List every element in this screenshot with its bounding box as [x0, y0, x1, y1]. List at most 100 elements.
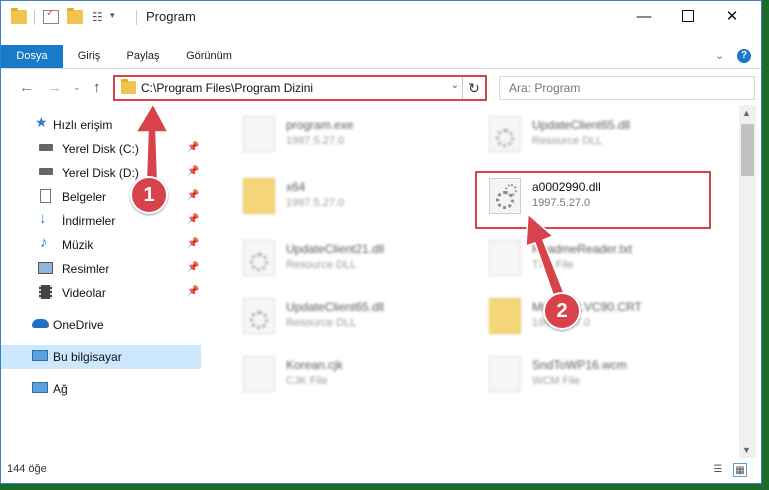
network-icon — [32, 382, 48, 393]
sidebar-item-label: Yerel Disk (C:) — [62, 142, 139, 156]
tab-home[interactable]: Giriş — [69, 45, 109, 68]
new-folder-icon[interactable] — [67, 8, 83, 24]
close-button[interactable]: ✕ — [709, 1, 755, 31]
drive-icon — [39, 168, 53, 175]
details-view-icon[interactable]: ☰ — [711, 463, 725, 477]
divider — [136, 10, 137, 25]
maximize-icon — [682, 10, 694, 22]
refresh-icon[interactable]: ↻ — [462, 77, 485, 99]
sidebar-item-disk-d[interactable]: Yerel Disk (D:) 📌 — [1, 161, 201, 185]
large-icons-view-icon[interactable]: ▦ — [733, 463, 747, 477]
sidebar-item-label: Yerel Disk (D:) — [62, 166, 139, 180]
sidebar-item-pictures[interactable]: Resimler 📌 — [1, 257, 201, 281]
scrollbar-thumb[interactable] — [741, 124, 754, 176]
sidebar-item-label: OneDrive — [53, 318, 104, 332]
sidebar-item-network[interactable]: Ağ — [1, 377, 201, 401]
pin-icon[interactable]: 📌 — [187, 262, 199, 273]
tab-share[interactable]: Paylaş — [119, 45, 167, 68]
dll-file-icon — [489, 116, 521, 152]
pin-icon[interactable]: 📌 — [187, 214, 199, 225]
file-details: Resource DLL — [286, 317, 357, 329]
pin-icon[interactable]: 📌 — [187, 190, 199, 201]
search-input[interactable]: Ara: Program — [499, 76, 755, 100]
music-icon: ♪ — [40, 234, 48, 251]
sidebar-item-this-pc[interactable]: Bu bilgisayar — [1, 345, 201, 369]
folder-icon — [121, 79, 136, 94]
address-path: C:\Program Files\Program Dizini — [141, 81, 314, 95]
sidebar-item-downloads[interactable]: ↓ İndirmeler 📌 — [1, 209, 201, 233]
customize-toolbar-icon[interactable]: ☷ — [92, 10, 108, 24]
list-item[interactable]: Korean.cjk CJK File — [218, 348, 458, 398]
window-title: Program — [146, 9, 196, 24]
file-list: program.exe 1997.5.27.0 UpdateClient65.d… — [206, 106, 738, 456]
tab-view[interactable]: Görünüm — [179, 45, 239, 68]
dropdown-arrow-icon[interactable]: ▾ — [110, 10, 115, 21]
ribbon-tabs: Dosya Giriş Paylaş Görünüm ⌄ ? — [1, 45, 761, 69]
list-item[interactable]: program.exe 1997.5.27.0 — [218, 108, 458, 158]
forward-arrow-icon[interactable]: → — [47, 79, 62, 96]
scroll-down-icon[interactable]: ▼ — [742, 445, 751, 455]
sidebar-item-quick-access[interactable]: ★ Hızlı erişim — [1, 113, 201, 137]
title-bar: ✓ ☷ ▾ Program — ✕ — [1, 1, 761, 33]
file-name: UpdateClient65.dll — [286, 300, 385, 314]
sidebar-item-documents[interactable]: Belgeler 📌 — [1, 185, 201, 209]
file-details: WCM File — [532, 375, 581, 387]
pin-icon[interactable]: 📌 — [187, 286, 199, 297]
folder-icon — [243, 178, 275, 214]
file-details: Resource DLL — [532, 135, 603, 147]
sidebar-item-label: Bu bilgisayar — [53, 350, 122, 364]
download-icon: ↓ — [39, 210, 47, 227]
file-details: 1997.5.27.0 — [286, 135, 345, 147]
file-name: program.exe — [286, 118, 354, 132]
computer-icon — [32, 350, 48, 361]
documents-icon — [40, 189, 51, 203]
list-item[interactable]: UpdateClient65.dll Resource DLL — [218, 290, 458, 340]
drive-icon — [39, 144, 53, 151]
pin-icon[interactable]: 📌 — [187, 166, 199, 177]
vertical-scrollbar[interactable]: ▲ ▼ — [739, 105, 756, 458]
minimize-button[interactable]: — — [621, 1, 667, 31]
properties-icon[interactable]: ✓ — [43, 8, 59, 24]
tab-file[interactable]: Dosya — [1, 45, 63, 68]
sidebar-item-label: Belgeler — [62, 190, 107, 204]
list-item[interactable]: UpdateClient21.dll Resource DLL — [218, 232, 458, 282]
sidebar-item-videos[interactable]: Videolar 📌 — [1, 281, 201, 305]
generic-file-icon — [489, 356, 521, 392]
up-arrow-icon[interactable]: ↑ — [93, 79, 101, 96]
status-bar: 144 öğe ☰ ▦ — [1, 459, 761, 483]
scroll-up-icon[interactable]: ▲ — [742, 108, 751, 118]
pin-icon[interactable]: 📌 — [187, 238, 199, 249]
folder-icon — [11, 8, 27, 24]
file-details: CJK File — [286, 375, 328, 387]
pictures-icon — [38, 262, 53, 274]
file-name: UpdateClient65.dll — [532, 118, 631, 132]
address-dropdown-icon[interactable]: ⌄ — [451, 80, 459, 91]
videos-icon — [39, 285, 52, 299]
sidebar-item-label: Müzik — [62, 238, 94, 252]
file-details: TXT File — [532, 259, 574, 271]
search-placeholder: Ara: Program — [509, 81, 581, 95]
recent-locations-icon[interactable]: ⌄ — [73, 82, 81, 93]
ribbon-expand-icon[interactable]: ⌄ — [715, 49, 724, 62]
pin-icon[interactable]: 📌 — [187, 142, 199, 153]
list-item[interactable]: ReadmeReader.txt TXT File — [464, 232, 704, 282]
text-file-icon — [489, 240, 521, 276]
back-arrow-icon[interactable]: ← — [19, 79, 34, 96]
address-bar[interactable]: C:\Program Files\Program Dizini ⌄ ↻ — [113, 75, 487, 101]
list-item[interactable]: UpdateClient65.dll Resource DLL — [464, 108, 704, 158]
sidebar-item-onedrive[interactable]: OneDrive — [1, 313, 201, 337]
sidebar-item-label: Videolar — [62, 286, 106, 300]
list-item[interactable]: Microsoft.VC90.CRT 1997.5.27.0 — [464, 290, 704, 340]
file-details: 1997.5.27.0 — [286, 197, 345, 209]
list-item[interactable]: SndToWP16.wcm WCM File — [464, 348, 704, 398]
list-item[interactable]: x64 1997.5.27.0 — [218, 170, 458, 220]
sidebar-item-disk-c[interactable]: Yerel Disk (C:) 📌 — [1, 137, 201, 161]
highlight-box — [475, 171, 711, 229]
step-badge-2: 2 — [543, 292, 581, 330]
sidebar-item-music[interactable]: ♪ Müzik 📌 — [1, 233, 201, 257]
file-name: Korean.cjk — [286, 358, 343, 372]
dll-file-icon — [243, 298, 275, 334]
maximize-button[interactable] — [665, 1, 711, 31]
navigation-bar: ← → ⌄ ↑ C:\Program Files\Program Dizini … — [1, 73, 761, 103]
help-button[interactable]: ? — [737, 49, 751, 63]
